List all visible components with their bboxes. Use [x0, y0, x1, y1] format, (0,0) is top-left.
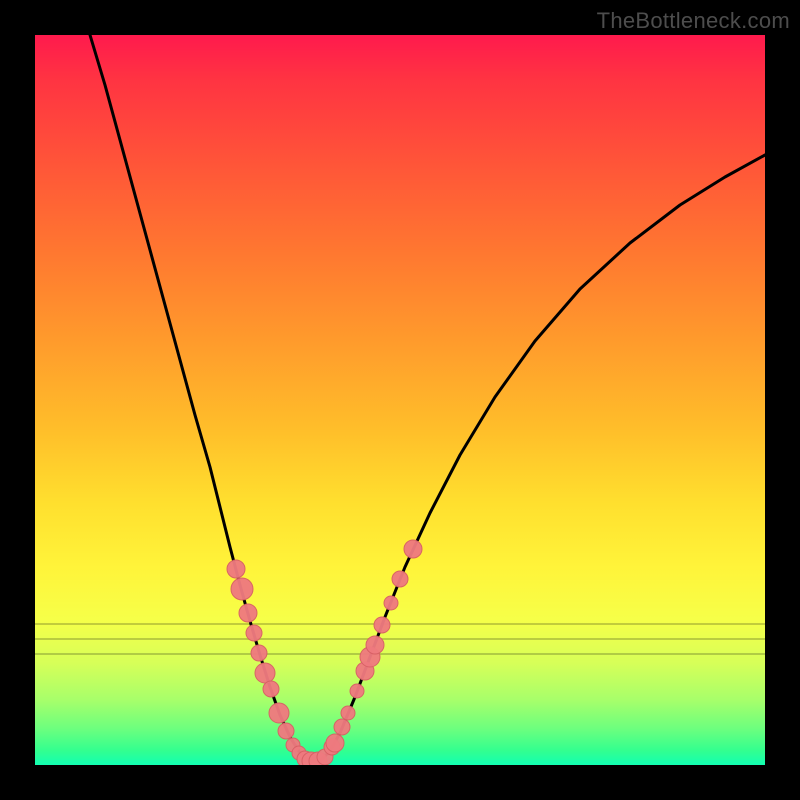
plot-area — [35, 35, 765, 765]
chart-svg — [35, 35, 765, 765]
chart-container: TheBottleneck.com — [0, 0, 800, 800]
data-markers — [227, 540, 422, 765]
bottleneck-curve — [90, 35, 765, 761]
watermark-text: TheBottleneck.com — [597, 8, 790, 34]
